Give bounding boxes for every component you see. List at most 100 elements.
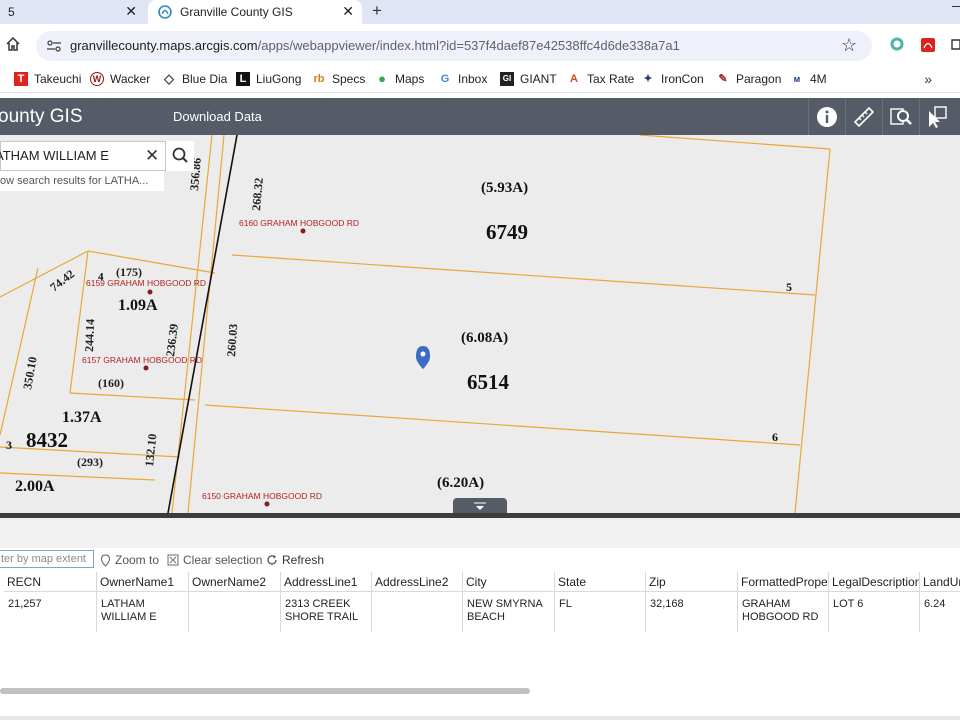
location-pin-icon[interactable] (416, 346, 430, 369)
dimension-label: 236.39 (163, 323, 181, 357)
close-icon[interactable]: ✕ (125, 3, 137, 20)
paragon-icon: ✎ (718, 73, 728, 85)
column-header[interactable]: OwnerName1 (97, 572, 189, 592)
clear-selection-label: Clear selection (183, 553, 263, 567)
query-button[interactable] (884, 100, 918, 133)
refresh-label: Refresh (282, 553, 325, 567)
address-label: 6160 GRAHAM HOBGOOD RD (239, 218, 359, 228)
bookmark-label: IronCon (661, 72, 704, 86)
horizontal-scrollbar[interactable] (0, 688, 530, 694)
url-text[interactable]: granvillecounty.maps.arcgis.com/apps/web… (70, 38, 680, 53)
lot-number: 5 (786, 280, 792, 294)
more-bookmarks-icon[interactable]: » (924, 71, 932, 87)
bookmark-liugong[interactable]: L LiuGong (236, 72, 301, 86)
browser-tab-inactive[interactable]: 5 ✕ (0, 0, 145, 24)
dimension-label: 244.14 (82, 319, 97, 352)
parcel-labels: (5.93A) 6749 (6.08A) 6514 (6.20A) 1.09A … (6, 180, 792, 495)
filter-by-extent-field[interactable]: ter by map extent (0, 550, 94, 568)
puzzle-extension-icon[interactable] (950, 37, 960, 51)
zoom-to-label: Zoom to (115, 553, 160, 567)
column-header[interactable]: RECN (4, 572, 97, 592)
header-divider (808, 98, 809, 135)
bookmark-giant[interactable]: GI GIANT (500, 72, 557, 86)
bookmark-inbox[interactable]: G Inbox (438, 72, 488, 86)
table-cell (372, 592, 463, 632)
pdf-extension-icon[interactable] (920, 37, 936, 53)
refresh-button[interactable]: Refresh (266, 553, 324, 567)
browser-tab-active[interactable]: Granville County GIS ✕ (148, 0, 362, 24)
attribute-table-toolbar: ter by map extent Zoom to Clear selectio… (0, 548, 960, 572)
attribute-table-tabs (0, 518, 960, 549)
column-header[interactable]: City (463, 572, 555, 592)
address-bar[interactable]: granvillecounty.maps.arcgis.com/apps/web… (36, 31, 872, 61)
column-header[interactable]: OwnerName2 (189, 572, 281, 592)
dimension-label: 268.32 (249, 177, 266, 211)
4m-icon: ᴍ (793, 74, 801, 84)
clear-search-icon[interactable]: ✕ (145, 146, 159, 166)
about-button[interactable] (810, 100, 844, 133)
header-divider (845, 98, 846, 135)
select-cursor-icon (929, 105, 947, 128)
acreage-label: 2.00A (15, 478, 55, 495)
collapse-table-button[interactable] (453, 498, 507, 514)
takeuchi-icon: T (14, 72, 28, 86)
bookmark-star-icon[interactable]: ☆ (841, 35, 857, 56)
bookmark-label: Paragon (736, 72, 782, 86)
lot-number: 6 (772, 430, 778, 444)
measure-button[interactable] (847, 100, 881, 133)
table-cell: FL (555, 592, 646, 632)
clear-selection-icon (167, 554, 179, 566)
refresh-icon (267, 555, 277, 565)
search-input[interactable]: ATHAM WILLIAM E (0, 148, 109, 163)
bookmark-wacker[interactable]: W Wacker (90, 72, 150, 86)
search-suggestion[interactable]: ow search results for LATHA... (0, 171, 164, 191)
dimension-label: 350.10 (20, 356, 40, 391)
table-cell (189, 592, 281, 632)
home-icon[interactable] (6, 37, 20, 51)
site-settings-icon[interactable] (46, 39, 62, 53)
map-view[interactable]: 6160 GRAHAM HOBGOOD RD 6159 GRAHAM HOBGO… (0, 135, 960, 513)
bookmark-tax-rate[interactable]: A Tax Rate (567, 72, 634, 86)
column-header[interactable]: LandUr (920, 572, 960, 592)
column-header[interactable]: FormattedPropert (738, 572, 829, 592)
select-button[interactable] (920, 100, 954, 133)
browser-tab-bar: 5 ✕ Granville County GIS ✕ + (0, 0, 960, 24)
new-tab-icon[interactable]: + (372, 1, 382, 21)
url-path: /apps/webappviewer/index.html?id=537f4da… (257, 38, 680, 53)
clear-selection-button[interactable]: Clear selection (167, 553, 262, 567)
parcel-search-box[interactable]: ATHAM WILLIAM E ✕ (0, 141, 194, 171)
arcgis-favicon-icon (158, 5, 172, 19)
parcel-map: 6160 GRAHAM HOBGOOD RD 6159 GRAHAM HOBGO… (0, 135, 831, 513)
bookmark-takeuchi[interactable]: T Takeuchi (14, 72, 81, 86)
tax-icon: A (570, 73, 578, 85)
acreage-label: (6.08A) (461, 330, 508, 346)
bookmark-paragon[interactable]: ✎ Paragon (716, 72, 781, 86)
search-button[interactable] (165, 141, 194, 171)
parcel-number: 6514 (467, 370, 510, 394)
zoom-to-button[interactable]: Zoom to (100, 553, 159, 567)
bookmark-label: 4M (810, 72, 827, 86)
bookmark-maps[interactable]: ● Maps (375, 72, 424, 87)
column-header[interactable]: LegalDescription (829, 572, 920, 592)
table-cell: 32,168 (646, 592, 738, 632)
table-cell: GRAHAM HOBGOOD RD (738, 592, 829, 632)
header-divider (882, 98, 883, 135)
column-header[interactable]: State (555, 572, 646, 592)
minimize-icon[interactable] (952, 6, 960, 7)
download-data-link[interactable]: Download Data (173, 109, 262, 124)
column-header[interactable]: Zip (646, 572, 738, 592)
chevron-down-icon (474, 502, 486, 510)
bookmark-4m[interactable]: ᴍ 4M (790, 72, 827, 86)
column-header[interactable]: AddressLine2 (372, 572, 463, 592)
bookmark-label: Blue Dia (182, 72, 228, 86)
extension-icon[interactable] (890, 37, 904, 51)
bookmark-blue-dia[interactable]: ◇ Blue Dia (162, 72, 228, 87)
bookmark-specs[interactable]: rb Specs (312, 72, 366, 86)
bookmark-ironcon[interactable]: ✦ IronCon (641, 72, 704, 86)
lot-number: 4 (98, 271, 104, 283)
dimension-label: 260.03 (224, 323, 240, 357)
close-icon[interactable]: ✕ (342, 3, 354, 20)
column-header[interactable]: AddressLine1 (281, 572, 372, 592)
bookmark-label: Takeuchi (34, 72, 82, 86)
table-cell: 21,257 (4, 592, 97, 632)
